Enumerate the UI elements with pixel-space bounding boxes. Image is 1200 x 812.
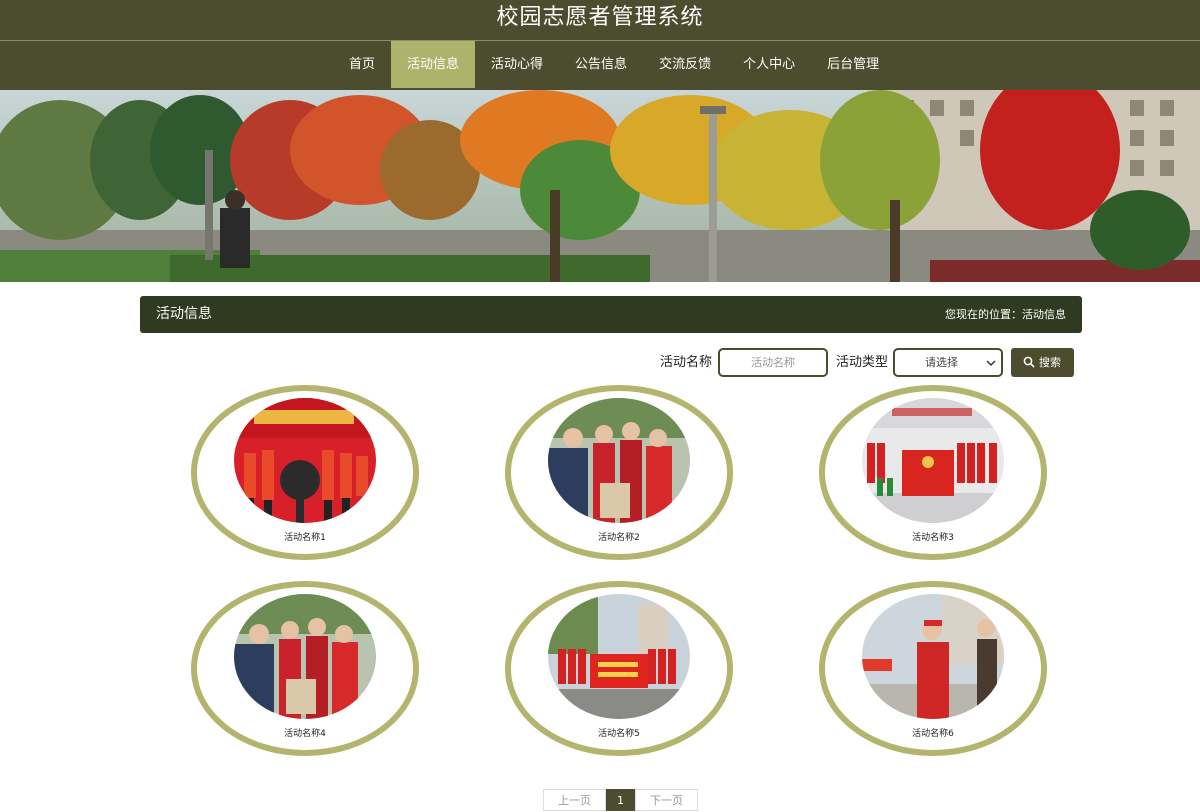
activity-photo [234,594,376,719]
activity-photo [548,398,690,523]
section-header: 活动信息 您现在的位置：活动信息 [140,296,1082,333]
activity-photo [234,398,376,523]
activity-type-label: 活动类型 [836,355,889,370]
prev-page-button[interactable]: 上一页 [543,789,606,811]
activity-name: 活动名称2 [598,533,640,543]
nav-item-home[interactable]: 首页 [333,41,391,88]
activity-name-input[interactable] [718,348,828,377]
activity-card[interactable]: 活动名称6 [819,581,1047,756]
breadcrumb: 您现在的位置：活动信息 [945,308,1066,321]
nav-item-feedback[interactable]: 交流反馈 [643,41,727,88]
activity-name: 活动名称3 [912,533,954,543]
nav-item-experiences[interactable]: 活动心得 [475,41,559,88]
page-1-button[interactable]: 1 [606,789,635,811]
site-header: 校园志愿者管理系统 首页 活动信息 活动心得 公告信息 交流反馈 个人中心 后台… [0,0,1200,90]
activity-card[interactable]: 活动名称1 [191,385,419,560]
next-page-button[interactable]: 下一页 [635,789,698,811]
search-icon [1023,356,1035,368]
activity-photo [548,594,690,719]
activity-card[interactable]: 活动名称4 [191,581,419,756]
activity-name: 活动名称6 [912,729,954,739]
activity-name: 活动名称1 [284,533,326,543]
activity-card[interactable]: 活动名称2 [505,385,733,560]
main-nav: 首页 活动信息 活动心得 公告信息 交流反馈 个人中心 后台管理 [333,41,895,88]
search-button-label: 搜索 [1039,356,1061,369]
activity-type-select[interactable]: 请选择 [893,348,1003,377]
search-button[interactable]: 搜索 [1011,348,1074,377]
site-title: 校园志愿者管理系统 [496,5,704,30]
pagination: 上一页 1 下一页 [543,789,698,811]
chevron-down-icon [986,360,996,367]
activity-photo [862,594,1004,719]
nav-item-personal-center[interactable]: 个人中心 [727,41,811,88]
nav-item-admin[interactable]: 后台管理 [811,41,895,88]
activity-card[interactable]: 活动名称5 [505,581,733,756]
activity-photo [862,398,1004,523]
nav-item-announcements[interactable]: 公告信息 [559,41,643,88]
activity-name: 活动名称4 [284,729,326,739]
activity-name: 活动名称5 [598,729,640,739]
activity-card[interactable]: 活动名称3 [819,385,1047,560]
nav-item-activities[interactable]: 活动信息 [391,41,476,88]
section-title: 活动信息 [156,306,212,322]
banner-image [0,90,1200,282]
activity-name-label: 活动名称 [660,355,713,370]
activity-type-value: 请选择 [925,356,958,369]
